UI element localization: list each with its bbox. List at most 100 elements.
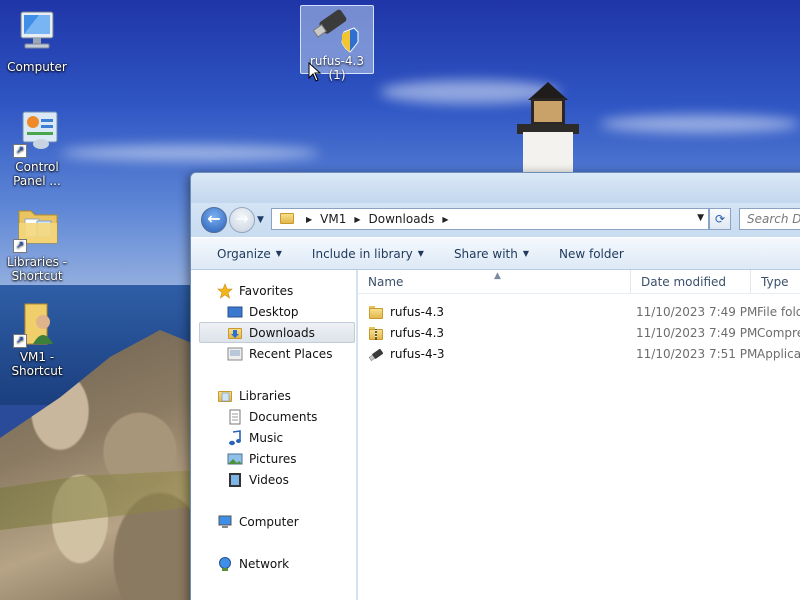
file-name-cell: rufus-4.3: [368, 323, 444, 344]
include-in-library-label: Include in library: [311, 246, 413, 261]
navigation-pane: Favorites Desktop Downloads Recent Place…: [191, 270, 357, 600]
breadcrumb-downloads[interactable]: Downloads: [369, 212, 435, 226]
column-header: ▲ Name Date modified Type: [358, 270, 800, 294]
zip-folder-icon: [368, 326, 384, 342]
nav-videos[interactable]: Videos: [227, 469, 289, 490]
new-folder-button[interactable]: New folder: [559, 238, 624, 269]
recent-places-icon: [227, 346, 243, 362]
dropdown-arrow-icon: ▼: [417, 249, 424, 258]
column-name-label: Name: [368, 275, 404, 289]
desktop-icon-computer[interactable]: Computer: [2, 10, 72, 74]
nav-favorites-label: Favorites: [239, 283, 294, 298]
breadcrumb-vm1[interactable]: VM1: [320, 212, 346, 226]
nav-libraries[interactable]: Libraries: [217, 385, 291, 406]
file-name: rufus-4.3: [390, 305, 445, 319]
column-type[interactable]: Type: [751, 270, 800, 294]
nav-videos-label: Videos: [249, 472, 289, 487]
breadcrumb-chevron-icon[interactable]: ▶: [306, 215, 312, 224]
network-icon: [217, 556, 233, 572]
nav-pictures[interactable]: Pictures: [227, 448, 297, 469]
usb-app-icon: [368, 347, 384, 363]
nav-downloads[interactable]: Downloads: [227, 322, 315, 343]
file-name-cell: rufus-4.3: [368, 302, 444, 323]
window-titlebar[interactable]: [191, 173, 800, 203]
address-bar[interactable]: ▶ VM1 ▶ Downloads ▶ ▼: [271, 208, 709, 230]
nav-favorites[interactable]: Favorites: [217, 280, 293, 301]
organize-label: Organize: [217, 246, 271, 261]
address-dropdown-icon[interactable]: ▼: [697, 213, 704, 223]
explorer-window: ← → ▼ ▶ VM1 ▶ Downloads ▶ ▼ ⟳ Search Do …: [190, 172, 800, 600]
control-panel-icon: ↗: [13, 110, 61, 158]
file-row[interactable]: rufus-4.3 11/10/2023 7:49 PM File fold: [358, 302, 800, 323]
column-date-modified[interactable]: Date modified: [631, 270, 751, 294]
dropdown-arrow-icon: ▼: [275, 249, 282, 258]
nav-recent-places-label: Recent Places: [249, 346, 333, 361]
forward-button[interactable]: →: [229, 207, 255, 233]
nav-desktop-label: Desktop: [249, 304, 299, 319]
navigation-bar: ← → ▼ ▶ VM1 ▶ Downloads ▶ ▼ ⟳ Search Do: [191, 203, 800, 237]
nav-computer[interactable]: Computer: [217, 511, 299, 532]
desktop-icon-label: VM1 - Shortcut: [11, 350, 63, 378]
file-name: rufus-4-3: [390, 347, 445, 361]
file-type: Compre: [757, 326, 800, 340]
desktop-icon-control-panel[interactable]: ↗ Control Panel ...: [2, 110, 72, 188]
column-date-label: Date modified: [641, 275, 727, 289]
nav-music[interactable]: Music: [227, 427, 283, 448]
desktop-icon-label: Computer: [7, 60, 67, 74]
breadcrumb-chevron-icon[interactable]: ▶: [442, 215, 448, 224]
nav-pictures-label: Pictures: [249, 451, 297, 466]
libraries-icon: [217, 388, 233, 404]
desktop-icon-label: Control Panel ...: [13, 160, 61, 188]
share-with-button[interactable]: Share with ▼: [454, 238, 529, 269]
include-in-library-button[interactable]: Include in library ▼: [312, 238, 424, 269]
file-date: 11/10/2023 7:49 PM: [636, 326, 758, 340]
downloads-folder-icon: [227, 325, 243, 341]
file-row[interactable]: rufus-4.3 11/10/2023 7:49 PM Compre: [358, 323, 800, 344]
lighthouse-tower: [523, 132, 573, 177]
organize-button[interactable]: Organize ▼: [217, 238, 282, 269]
computer-icon: [217, 514, 233, 530]
libraries-folder-icon: ↗: [13, 205, 61, 253]
shortcut-arrow-icon: ↗: [13, 334, 27, 348]
shortcut-arrow-icon: ↗: [13, 239, 27, 253]
desktop-icon-libraries[interactable]: ↗ Libraries - Shortcut: [2, 205, 72, 283]
nav-libraries-label: Libraries: [239, 388, 291, 403]
wallpaper-lighthouse: [517, 82, 581, 177]
nav-recent-places[interactable]: Recent Places: [227, 343, 332, 364]
share-with-label: Share with: [453, 246, 518, 261]
column-type-label: Type: [761, 275, 789, 289]
lighthouse-lantern: [531, 98, 565, 125]
computer-icon: [13, 10, 61, 58]
back-button[interactable]: ←: [201, 207, 227, 233]
file-date: 11/10/2023 7:49 PM: [636, 305, 758, 319]
nav-downloads-label: Downloads: [249, 325, 315, 340]
nav-documents[interactable]: Documents: [227, 406, 317, 427]
file-row[interactable]: rufus-4-3 11/10/2023 7:51 PM Applicat: [358, 344, 800, 365]
dropdown-arrow-icon: ▼: [522, 249, 529, 258]
nav-network-label: Network: [239, 556, 290, 571]
nav-music-label: Music: [249, 430, 284, 445]
breadcrumb-chevron-icon[interactable]: ▶: [354, 215, 360, 224]
wallpaper-cloud: [60, 145, 320, 161]
sort-ascending-icon: ▲: [494, 271, 501, 281]
mouse-cursor-icon: [308, 62, 322, 82]
file-list: ▲ Name Date modified Type rufus-4.3 11/1…: [358, 270, 800, 600]
refresh-button[interactable]: ⟳: [709, 208, 731, 230]
recent-pages-dropdown[interactable]: ▼: [257, 215, 264, 225]
folder-icon: [368, 305, 384, 321]
search-input[interactable]: Search Do: [739, 208, 800, 230]
desktop-icon-vm1[interactable]: ↗ VM1 - Shortcut: [2, 300, 72, 378]
nav-desktop[interactable]: Desktop: [227, 301, 299, 322]
file-name-cell: rufus-4-3: [368, 344, 445, 365]
file-name: rufus-4.3: [390, 326, 445, 340]
nav-documents-label: Documents: [249, 409, 318, 424]
file-type: Applicat: [757, 347, 800, 361]
star-icon: [217, 282, 233, 299]
videos-icon: [227, 472, 243, 488]
shortcut-arrow-icon: ↗: [13, 144, 27, 158]
music-icon: [227, 429, 243, 446]
column-name[interactable]: ▲ Name: [358, 270, 631, 294]
nav-network[interactable]: Network: [217, 553, 289, 574]
user-folder-icon: ↗: [13, 300, 61, 348]
file-type: File fold: [757, 305, 800, 319]
